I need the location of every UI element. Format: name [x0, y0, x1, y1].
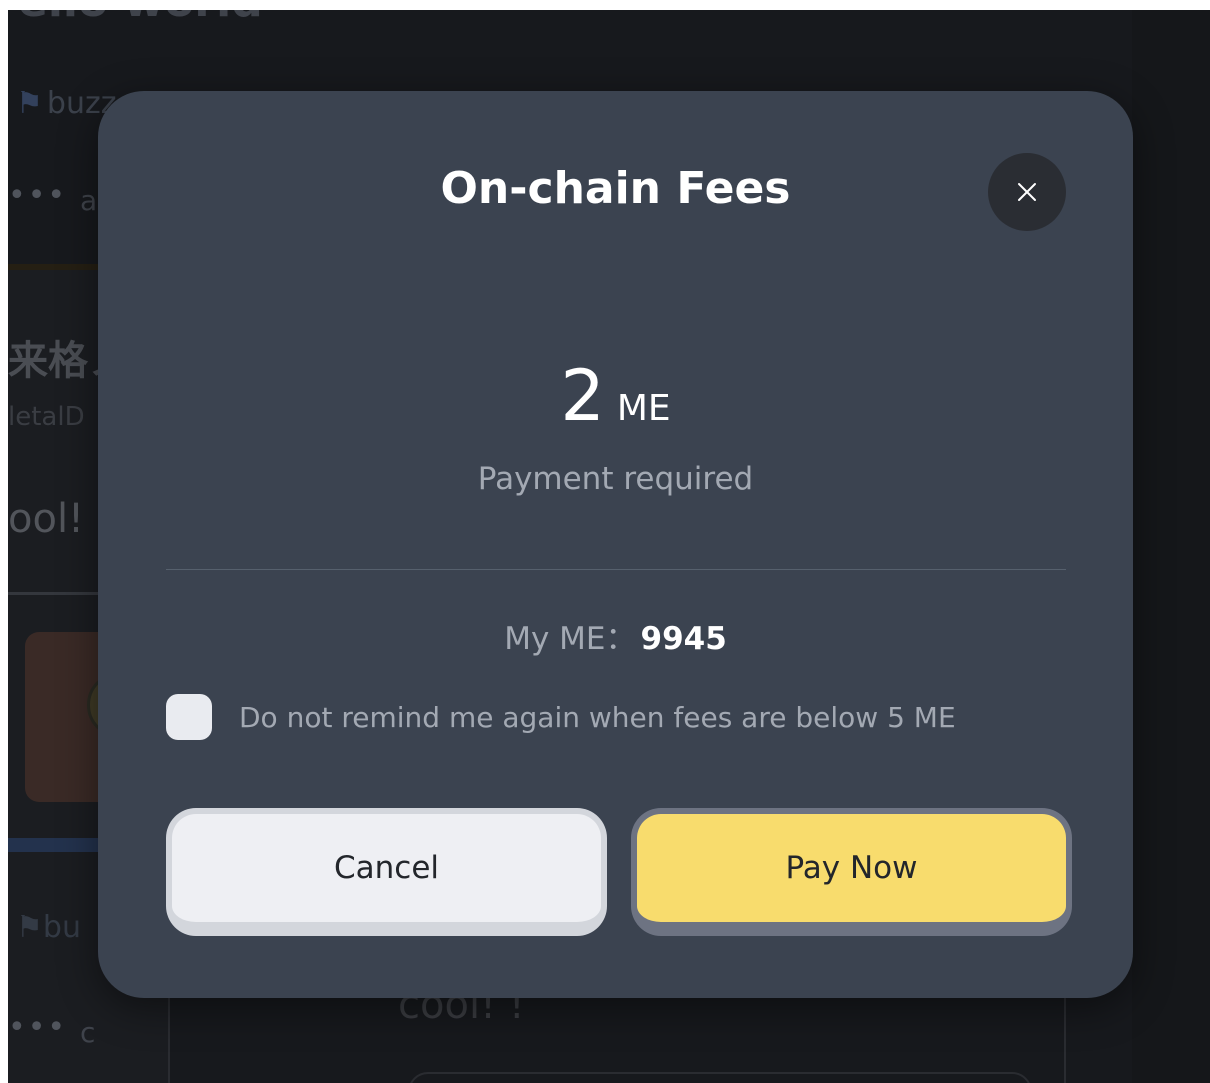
background-more-dots: •••: [8, 178, 68, 213]
modal-divider: [166, 569, 1066, 570]
remind-checkbox-label[interactable]: Do not remind me again when fees are bel…: [239, 701, 956, 734]
background-buzz-tag-2: ⚑bu: [16, 910, 81, 945]
payment-required-label: Payment required: [477, 461, 754, 497]
flag-icon: ⚑: [16, 86, 43, 121]
cancel-button[interactable]: Cancel: [166, 808, 607, 936]
background-pill: [408, 1072, 1032, 1083]
background-author-initial-2: c: [80, 1016, 96, 1049]
fee-amount-unit: ME: [616, 388, 671, 429]
flag-icon: ⚑: [16, 910, 43, 945]
balance-value: 9945: [640, 621, 727, 657]
modal-title: On-chain Fees: [440, 163, 791, 214]
background-author-initial: a: [80, 184, 98, 217]
balance-row: My ME： 9945: [98, 613, 1133, 658]
fees-modal: On-chain Fees 2 ME Payment required My ME…: [98, 91, 1133, 998]
background-right-edge: [1132, 10, 1210, 1083]
background-title: ello world: [18, 10, 263, 27]
close-button[interactable]: [988, 153, 1066, 231]
background-buzz-tag: ⚑ buzz: [16, 86, 116, 121]
background-more-dots-2: •••: [8, 1010, 68, 1045]
fee-amount: 2 ME: [98, 355, 1133, 437]
background-cool-text: ool!: [8, 496, 85, 542]
close-icon: [1018, 183, 1036, 201]
remind-checkbox-row: Do not remind me again when fees are bel…: [166, 694, 956, 740]
remind-checkbox[interactable]: [166, 694, 212, 740]
balance-label: My ME：: [504, 621, 637, 657]
background-metal-text: letalD: [8, 402, 85, 432]
fee-amount-value: 2: [560, 355, 605, 437]
background-buzz-label-2: bu: [42, 910, 81, 945]
pay-now-button[interactable]: Pay Now: [631, 808, 1072, 936]
